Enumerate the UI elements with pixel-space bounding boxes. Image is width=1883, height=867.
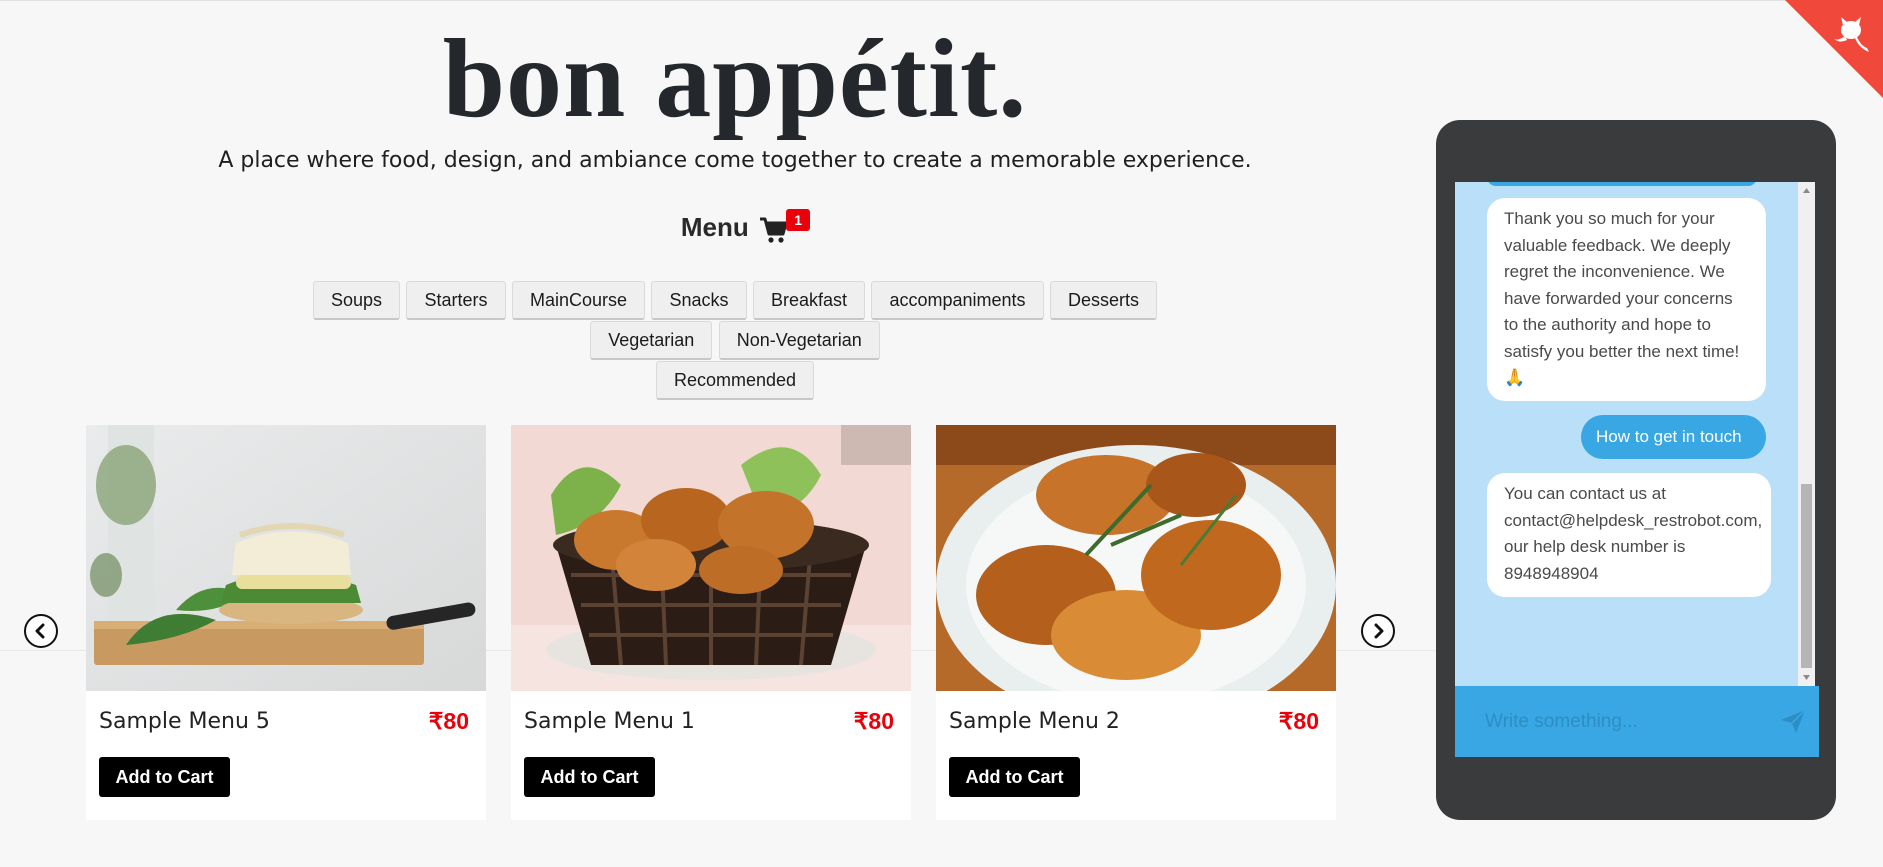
menu-label: Menu <box>680 212 749 242</box>
carousel-prev-button[interactable] <box>24 614 58 648</box>
chat-messages[interactable]: Thank you so much for your valuable feed… <box>1455 182 1815 686</box>
prev-arrow-icon <box>35 623 45 639</box>
chat-scrollbar[interactable] <box>1798 182 1815 686</box>
menu-card: Sample Menu 1 ₹80 Add to Cart <box>511 425 911 820</box>
category-desserts[interactable]: Desserts <box>1049 281 1157 320</box>
category-maincourse[interactable]: MainCourse <box>511 281 646 320</box>
menu-card: Sample Menu 5 ₹80 Add to Cart <box>86 425 486 820</box>
menu-item-image <box>86 425 486 691</box>
add-to-cart-button[interactable]: Add to Cart <box>949 757 1080 797</box>
top-border <box>0 0 1883 1</box>
site-title: bon appétit. <box>442 17 1028 141</box>
category-row-3: Recommended <box>0 361 1470 400</box>
category-snacks[interactable]: Snacks <box>651 281 747 320</box>
category-row-1: Soups Starters MainCourse Snacks Breakfa… <box>0 281 1470 320</box>
bot-message: Thank you so much for your valuable feed… <box>1487 198 1766 401</box>
menu-item-name: Sample Menu 1 <box>524 709 695 734</box>
add-to-cart-button[interactable]: Add to Cart <box>524 757 655 797</box>
menu-item-price: ₹80 <box>1278 708 1319 734</box>
chat-message-input[interactable] <box>1455 686 1775 757</box>
menu-item-price: ₹80 <box>428 708 469 734</box>
cart-button[interactable]: 1 <box>759 208 811 243</box>
add-to-cart-button[interactable]: Add to Cart <box>99 757 230 797</box>
category-breakfast[interactable]: Breakfast <box>752 281 865 320</box>
menu-item-name: Sample Menu 2 <box>949 709 1120 734</box>
carousel-next-button[interactable] <box>1361 614 1395 648</box>
site-tagline: A place where food, design, and ambiance… <box>218 148 1252 173</box>
category-row-2: Vegetarian Non-Vegetarian <box>0 321 1470 360</box>
menu-item-price: ₹80 <box>853 708 894 734</box>
chat-widget: Thank you so much for your valuable feed… <box>1436 120 1836 820</box>
menu-item-image <box>936 425 1336 691</box>
chat-input-bar <box>1455 686 1819 757</box>
cart-icon <box>760 217 788 243</box>
next-arrow-icon <box>1374 623 1384 639</box>
github-corner-link[interactable] <box>1785 0 1883 98</box>
bot-message: You can contact us at contact@helpdesk_r… <box>1487 473 1771 597</box>
menu-card: Sample Menu 2 ₹80 Add to Cart <box>936 425 1336 820</box>
github-icon <box>1785 0 1883 98</box>
partial-user-bubble <box>1487 182 1757 186</box>
cart-count-badge: 1 <box>786 208 811 231</box>
menu-item-image <box>511 425 911 691</box>
send-button[interactable] <box>1778 706 1808 736</box>
category-starters[interactable]: Starters <box>406 281 506 320</box>
category-vegetarian[interactable]: Vegetarian <box>590 321 713 360</box>
category-accompaniments[interactable]: accompaniments <box>871 281 1044 320</box>
user-message: How to get in touch <box>1581 415 1766 459</box>
send-icon <box>1781 709 1806 733</box>
category-non-vegetarian[interactable]: Non-Vegetarian <box>718 321 880 360</box>
menu-item-name: Sample Menu 5 <box>99 709 270 734</box>
category-soups[interactable]: Soups <box>312 281 401 320</box>
menu-header: Menu 1 <box>0 208 1470 243</box>
category-recommended[interactable]: Recommended <box>655 361 815 400</box>
